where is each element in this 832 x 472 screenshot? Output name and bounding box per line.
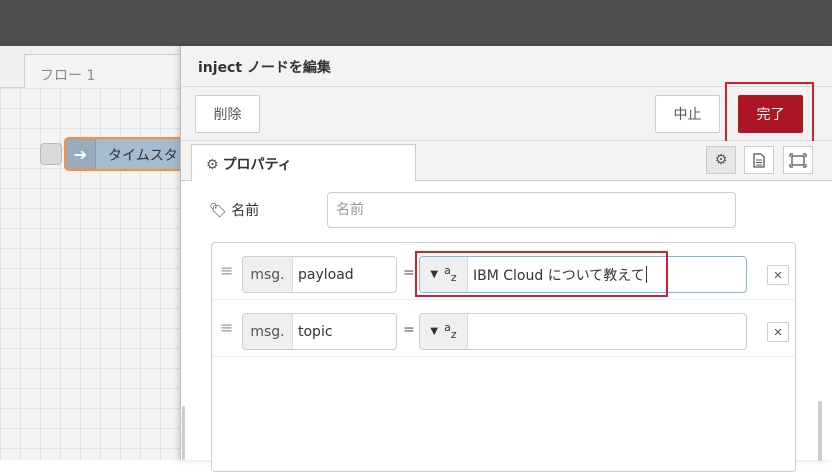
done-button-highlight — [725, 82, 814, 145]
tag-icon: 🏷 — [209, 203, 227, 219]
workspace-tab-label: フロー 1 — [40, 68, 96, 84]
edit-tray: inject ノードを編集 削除 中止 完了 ⚙プロパティ ⚙ 🏷 名前 ≡ — [180, 46, 832, 472]
equals-sign: = — [403, 265, 415, 281]
value-text[interactable] — [468, 314, 473, 349]
gear-icon: ⚙ — [206, 157, 219, 173]
tray-title: inject ノードを編集 — [198, 60, 331, 76]
value-field[interactable]: ▼ az — [419, 313, 747, 350]
list-item: ≡ msg. topic = ▼ az ✕ — [212, 300, 795, 357]
cancel-button[interactable]: 中止 — [655, 95, 720, 133]
property-field[interactable]: msg. topic — [242, 313, 397, 350]
property-prefix[interactable]: msg. — [243, 257, 293, 292]
string-az-icon: az — [444, 321, 457, 341]
tray-header: inject ノードを編集 — [181, 46, 832, 87]
list-item: ≡ msg. payload = ▼ az IBM Cloud について教えて … — [212, 243, 795, 300]
property-name[interactable]: topic — [293, 314, 333, 349]
scrollbar[interactable] — [818, 401, 822, 461]
settings-gear-icon[interactable]: ⚙ — [706, 146, 736, 174]
drag-handle-icon[interactable]: ≡ — [220, 320, 233, 336]
delete-button[interactable]: 削除 — [195, 95, 260, 133]
property-prefix[interactable]: msg. — [243, 314, 293, 349]
property-name[interactable]: payload — [293, 257, 354, 292]
tab-properties-label: プロパティ — [222, 157, 292, 173]
type-select-button[interactable]: ▼ az — [420, 314, 468, 349]
remove-icon[interactable]: ✕ — [767, 322, 789, 342]
workspace-tab[interactable]: フロー 1 — [24, 54, 180, 89]
tray-toolbar: 削除 中止 完了 — [181, 82, 832, 145]
description-document-icon[interactable] — [744, 146, 774, 174]
workspace-tab-bar: フロー 1 — [0, 46, 180, 89]
top-bar — [0, 0, 832, 46]
name-label: 名前 — [231, 203, 260, 219]
tray-tab-strip: ⚙ プロパティ ⚙ — [181, 141, 832, 182]
value-highlight — [415, 251, 668, 297]
inject-button[interactable] — [40, 143, 62, 165]
tab-properties[interactable]: ⚙ プロパティ — [191, 144, 416, 182]
equals-sign: = — [403, 322, 415, 338]
property-list: ≡ msg. payload = ▼ az IBM Cloud について教えて … — [211, 242, 796, 472]
caret-down-icon: ▼ — [430, 326, 439, 337]
drag-handle-icon[interactable]: ≡ — [220, 263, 233, 279]
property-field[interactable]: msg. payload — [242, 256, 397, 293]
appearance-frame-icon[interactable] — [783, 146, 813, 174]
remove-icon[interactable]: ✕ — [767, 265, 789, 285]
scrollbar[interactable] — [182, 406, 185, 460]
name-row: 🏷 名前 — [209, 192, 809, 228]
name-input[interactable] — [327, 192, 736, 228]
inject-arrow-icon: ➔ — [66, 139, 96, 169]
flow-workspace: フロー 1 — [0, 46, 180, 460]
